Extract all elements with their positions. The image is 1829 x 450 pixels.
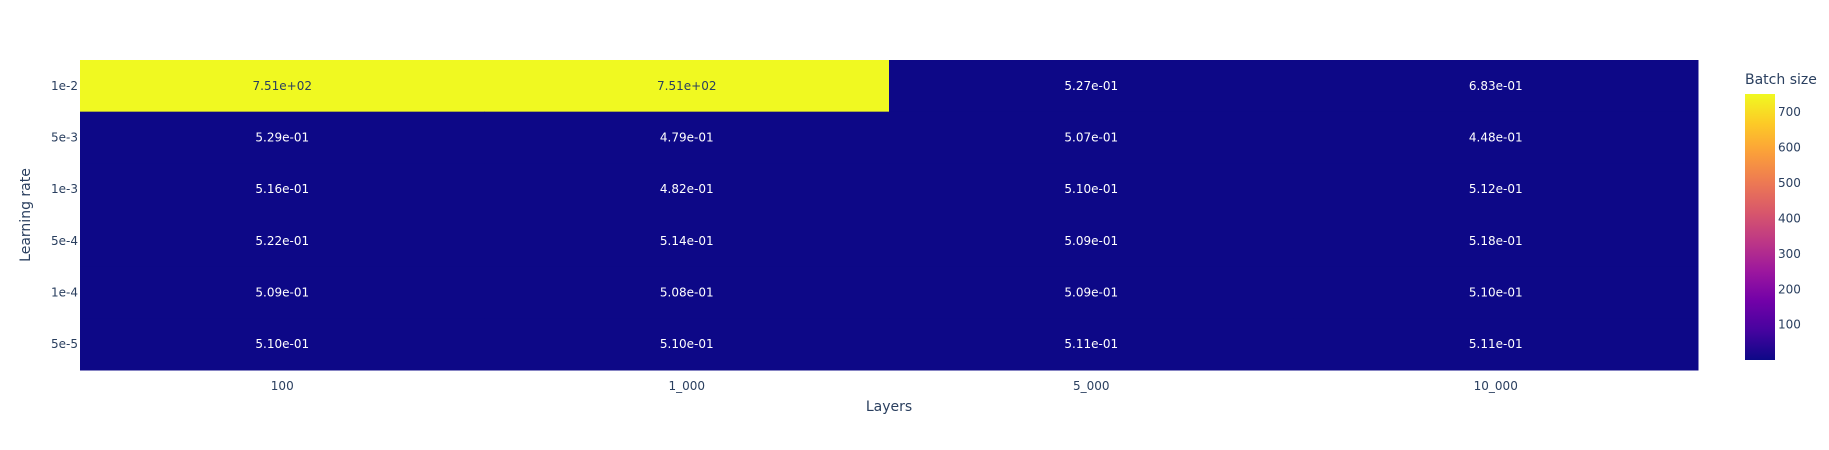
heatmap-cell-label: 5.11e-01: [1469, 337, 1523, 351]
heatmap-cells: [80, 60, 1699, 371]
colorbar-tick-label: 700: [1778, 105, 1801, 119]
heatmap-svg: 7.51e+02 7.51e+02 5.27e-01 6.83e-01 5.29e-01…: [18, 60, 1817, 415]
colorbar-gradient: [1745, 94, 1775, 360]
heatmap-cell-label: 7.51e+02: [657, 79, 716, 93]
colorbar-tick-label: 400: [1778, 211, 1801, 225]
colorbar-tick-label: 100: [1778, 318, 1801, 332]
heatmap-cell-label: 6.83e-01: [1469, 79, 1523, 93]
heatmap-cell-label: 5.10e-01: [255, 337, 309, 351]
y-tick-label: 1e-3: [51, 182, 78, 196]
colorbar-tick-label: 500: [1778, 176, 1801, 190]
heatmap-cell-label: 5.09e-01: [1064, 234, 1118, 248]
colorbar-tick-label: 200: [1778, 282, 1801, 296]
heatmap-cell-label: 5.16e-01: [255, 182, 309, 196]
heatmap-cell-label: 5.08e-01: [660, 286, 714, 300]
heatmap-cell-label: 5.22e-01: [255, 234, 309, 248]
heatmap-cell-label: 5.29e-01: [255, 131, 309, 145]
heatmap-cell-label: 5.10e-01: [1469, 286, 1523, 300]
heatmap-cell-label: 5.18e-01: [1469, 234, 1523, 248]
heatmap-cell-label: 7.51e+02: [253, 79, 312, 93]
x-tick-label: 10_000: [1474, 379, 1518, 393]
heatmap-cell-label: 5.10e-01: [660, 337, 714, 351]
colorbar-tick-label: 600: [1778, 141, 1801, 155]
heatmap-cell-label: 4.48e-01: [1469, 131, 1523, 145]
heatmap-cell-label: 5.09e-01: [1064, 286, 1118, 300]
y-axis-title: Learning rate: [18, 168, 34, 262]
y-tick-label: 5e-4: [51, 234, 78, 248]
heatmap-cell-label: 5.11e-01: [1064, 337, 1118, 351]
colorbar-tick-label: 300: [1778, 247, 1801, 261]
x-tick-label: 1_000: [668, 379, 705, 393]
colorbar: Batch size 100 200 300 400 500 600 700: [1745, 72, 1817, 360]
heatmap-cell-label: 5.09e-01: [255, 286, 309, 300]
heatmap-cell-label: 5.12e-01: [1469, 182, 1523, 196]
y-axis-ticks: 1e-2 5e-3 1e-3 5e-4 1e-4 5e-5: [51, 79, 78, 351]
heatmap-cell-label: 5.07e-01: [1064, 131, 1118, 145]
x-tick-label: 5_000: [1073, 379, 1110, 393]
heatmap-cell-label: 5.14e-01: [660, 234, 714, 248]
colorbar-ticks: 100 200 300 400 500 600 700: [1778, 105, 1801, 332]
heatmap-cell-label: 5.10e-01: [1064, 182, 1118, 196]
heatmap-chart: 7.51e+02 7.51e+02 5.27e-01 6.83e-01 5.29e-01…: [0, 0, 1829, 450]
y-tick-label: 5e-3: [51, 131, 78, 145]
x-tick-label: 100: [271, 379, 294, 393]
y-tick-label: 1e-2: [51, 79, 78, 93]
colorbar-title: Batch size: [1745, 72, 1817, 88]
x-axis-ticks: 100 1_000 5_000 10_000: [271, 379, 1518, 393]
y-tick-label: 5e-5: [51, 337, 78, 351]
x-axis-title: Layers: [866, 399, 912, 415]
heatmap-cell-label: 5.27e-01: [1064, 79, 1118, 93]
heatmap-cell-label: 4.82e-01: [660, 182, 714, 196]
heatmap-cell-label: 4.79e-01: [660, 131, 714, 145]
y-tick-label: 1e-4: [51, 286, 78, 300]
